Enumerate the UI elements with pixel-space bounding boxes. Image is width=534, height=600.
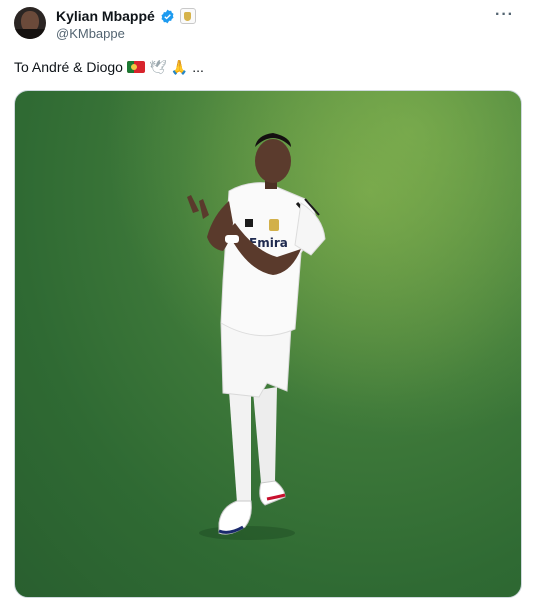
tweet-text: To André & Diogo 🕊 🙏 ... <box>14 59 204 75</box>
author-name[interactable]: Kylian Mbappé <box>56 8 155 24</box>
avatar-shirt <box>14 29 46 39</box>
folded-hands-icon: 🙏 <box>170 59 189 75</box>
more-options-icon[interactable]: ··· <box>495 7 514 23</box>
dove-icon: 🕊 <box>148 59 167 75</box>
verified-badge-icon <box>161 9 174 23</box>
avatar[interactable] <box>14 7 46 39</box>
author-handle[interactable]: @KMbappe <box>56 26 125 41</box>
author-row: Kylian Mbappé <box>56 7 196 25</box>
tweet-media-image[interactable]: Emira <box>14 90 522 598</box>
real-madrid-badge-icon[interactable] <box>179 8 196 24</box>
tweet-text-trail: ... <box>192 59 204 75</box>
player-photo: Emira <box>15 91 521 597</box>
portugal-flag-icon <box>126 61 145 73</box>
tweet-text-body: To André & Diogo <box>14 59 123 75</box>
